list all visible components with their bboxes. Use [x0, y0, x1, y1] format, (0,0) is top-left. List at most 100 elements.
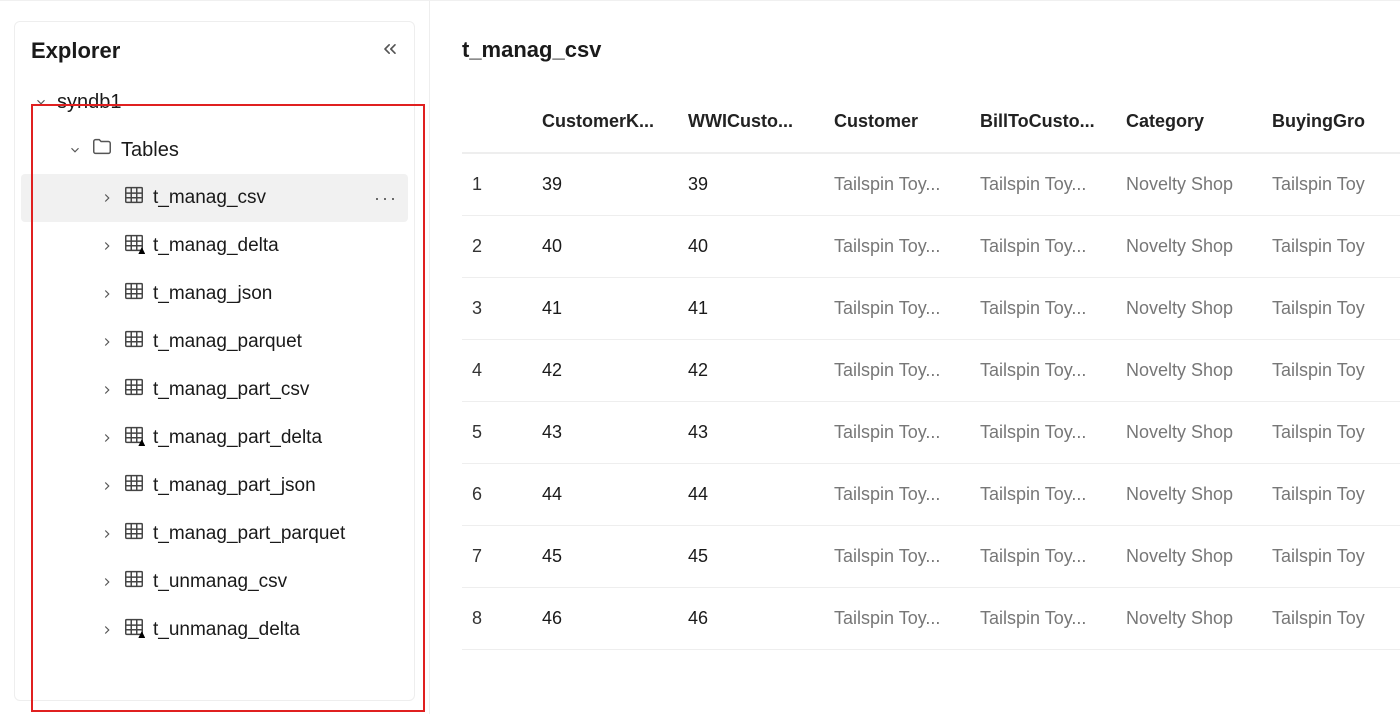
- table-cell: Tailspin Toy: [1262, 278, 1400, 340]
- chevron-right-icon: [99, 575, 115, 589]
- table-cell: Tailspin Toy...: [970, 526, 1116, 588]
- chevron-down-icon: [33, 95, 49, 109]
- table-cell: Tailspin Toy: [1262, 153, 1400, 216]
- table-cell: Novelty Shop: [1116, 402, 1262, 464]
- table-icon: [123, 328, 145, 356]
- tree-table-item[interactable]: t_manag_part_json: [21, 462, 408, 510]
- tree-table-item[interactable]: t_manag_part_parquet: [21, 510, 408, 558]
- more-actions-button[interactable]: ···: [374, 188, 408, 209]
- table-cell: Tailspin Toy...: [970, 340, 1116, 402]
- table-cell: Tailspin Toy: [1262, 216, 1400, 278]
- tree-tables-folder[interactable]: Tables: [21, 126, 408, 174]
- table-item-label: t_manag_part_parquet: [153, 523, 408, 545]
- chevron-down-icon: [67, 143, 83, 157]
- table-item-label: t_manag_part_json: [153, 475, 408, 497]
- table-cell: 40: [678, 216, 824, 278]
- table-cell: 42: [678, 340, 824, 402]
- table-cell: 41: [532, 278, 678, 340]
- row-number-cell: 3: [462, 278, 532, 340]
- table-cell: Tailspin Toy...: [824, 153, 970, 216]
- table-row[interactable]: 13939Tailspin Toy...Tailspin Toy...Novel…: [462, 153, 1400, 216]
- table-row[interactable]: 64444Tailspin Toy...Tailspin Toy...Novel…: [462, 464, 1400, 526]
- table-row[interactable]: 54343Tailspin Toy...Tailspin Toy...Novel…: [462, 402, 1400, 464]
- table-cell: Tailspin Toy: [1262, 526, 1400, 588]
- tree-table-item[interactable]: t_manag_part_csv: [21, 366, 408, 414]
- table-cell: Tailspin Toy...: [824, 340, 970, 402]
- table-row[interactable]: 34141Tailspin Toy...Tailspin Toy...Novel…: [462, 278, 1400, 340]
- table-cell: Tailspin Toy...: [970, 153, 1116, 216]
- table-cell: Novelty Shop: [1116, 340, 1262, 402]
- table-delta-icon: [123, 616, 145, 644]
- table-row[interactable]: 44242Tailspin Toy...Tailspin Toy...Novel…: [462, 340, 1400, 402]
- table-cell: Tailspin Toy: [1262, 340, 1400, 402]
- tree-table-item[interactable]: t_manag_delta: [21, 222, 408, 270]
- table-cell: Novelty Shop: [1116, 153, 1262, 216]
- table-cell: Tailspin Toy...: [824, 588, 970, 650]
- row-number-cell: 5: [462, 402, 532, 464]
- table-cell: 43: [532, 402, 678, 464]
- tree-table-item[interactable]: t_manag_part_delta: [21, 414, 408, 462]
- collapse-explorer-icon[interactable]: [380, 39, 400, 64]
- row-number-cell: 4: [462, 340, 532, 402]
- tree-database-item[interactable]: syndb1: [21, 78, 408, 126]
- table-item-label: t_unmanag_csv: [153, 571, 408, 593]
- table-cell: 39: [532, 153, 678, 216]
- table-cell: Novelty Shop: [1116, 278, 1262, 340]
- column-header[interactable]: Customer: [824, 91, 970, 153]
- table-cell: Tailspin Toy...: [970, 402, 1116, 464]
- chevron-right-icon: [99, 527, 115, 541]
- table-row[interactable]: 84646Tailspin Toy...Tailspin Toy...Novel…: [462, 588, 1400, 650]
- column-header[interactable]: WWICusto...: [678, 91, 824, 153]
- table-icon: [123, 472, 145, 500]
- column-header[interactable]: Category: [1116, 91, 1262, 153]
- table-cell: Tailspin Toy: [1262, 464, 1400, 526]
- table-cell: Tailspin Toy...: [824, 526, 970, 588]
- table-delta-icon: [123, 424, 145, 452]
- table-header-row: CustomerK...WWICusto...CustomerBillToCus…: [462, 91, 1400, 153]
- row-number-cell: 6: [462, 464, 532, 526]
- table-cell: Tailspin Toy...: [824, 278, 970, 340]
- tree-table-item[interactable]: t_manag_json: [21, 270, 408, 318]
- table-cell: 42: [532, 340, 678, 402]
- table-row[interactable]: 24040Tailspin Toy...Tailspin Toy...Novel…: [462, 216, 1400, 278]
- table-cell: 46: [532, 588, 678, 650]
- table-cell: Novelty Shop: [1116, 588, 1262, 650]
- explorer-sidebar: Explorer syndb1: [0, 0, 430, 714]
- tree-table-item[interactable]: t_unmanag_delta: [21, 606, 408, 654]
- chevron-right-icon: [99, 239, 115, 253]
- row-number-cell: 2: [462, 216, 532, 278]
- table-item-label: t_manag_part_delta: [153, 427, 408, 449]
- table-cell: 45: [532, 526, 678, 588]
- table-cell: 44: [678, 464, 824, 526]
- chevron-right-icon: [99, 479, 115, 493]
- column-header[interactable]: BillToCusto...: [970, 91, 1116, 153]
- table-cell: Tailspin Toy...: [824, 464, 970, 526]
- chevron-right-icon: [99, 191, 115, 205]
- tree-table-item[interactable]: t_manag_csv···: [21, 174, 408, 222]
- tree-table-item[interactable]: t_unmanag_csv: [21, 558, 408, 606]
- tables-folder-label: Tables: [121, 139, 408, 162]
- chevron-right-icon: [99, 623, 115, 637]
- table-item-label: t_manag_parquet: [153, 331, 408, 353]
- column-header[interactable]: CustomerK...: [532, 91, 678, 153]
- folder-icon: [91, 136, 113, 164]
- table-cell: 40: [532, 216, 678, 278]
- explorer-title: Explorer: [31, 38, 120, 64]
- table-icon: [123, 280, 145, 308]
- chevron-right-icon: [99, 287, 115, 301]
- table-cell: Tailspin Toy: [1262, 588, 1400, 650]
- column-header[interactable]: BuyingGro: [1262, 91, 1400, 153]
- table-cell: Novelty Shop: [1116, 216, 1262, 278]
- table-cell: Tailspin Toy: [1262, 402, 1400, 464]
- table-cell: Tailspin Toy...: [970, 278, 1116, 340]
- tree-table-item[interactable]: t_manag_parquet: [21, 318, 408, 366]
- chevron-right-icon: [99, 431, 115, 445]
- row-number-header: [462, 91, 532, 153]
- table-cell: 44: [532, 464, 678, 526]
- row-number-cell: 7: [462, 526, 532, 588]
- table-cell: Tailspin Toy...: [970, 464, 1116, 526]
- table-row[interactable]: 74545Tailspin Toy...Tailspin Toy...Novel…: [462, 526, 1400, 588]
- chevron-right-icon: [99, 383, 115, 397]
- table-cell: Tailspin Toy...: [970, 216, 1116, 278]
- row-number-cell: 8: [462, 588, 532, 650]
